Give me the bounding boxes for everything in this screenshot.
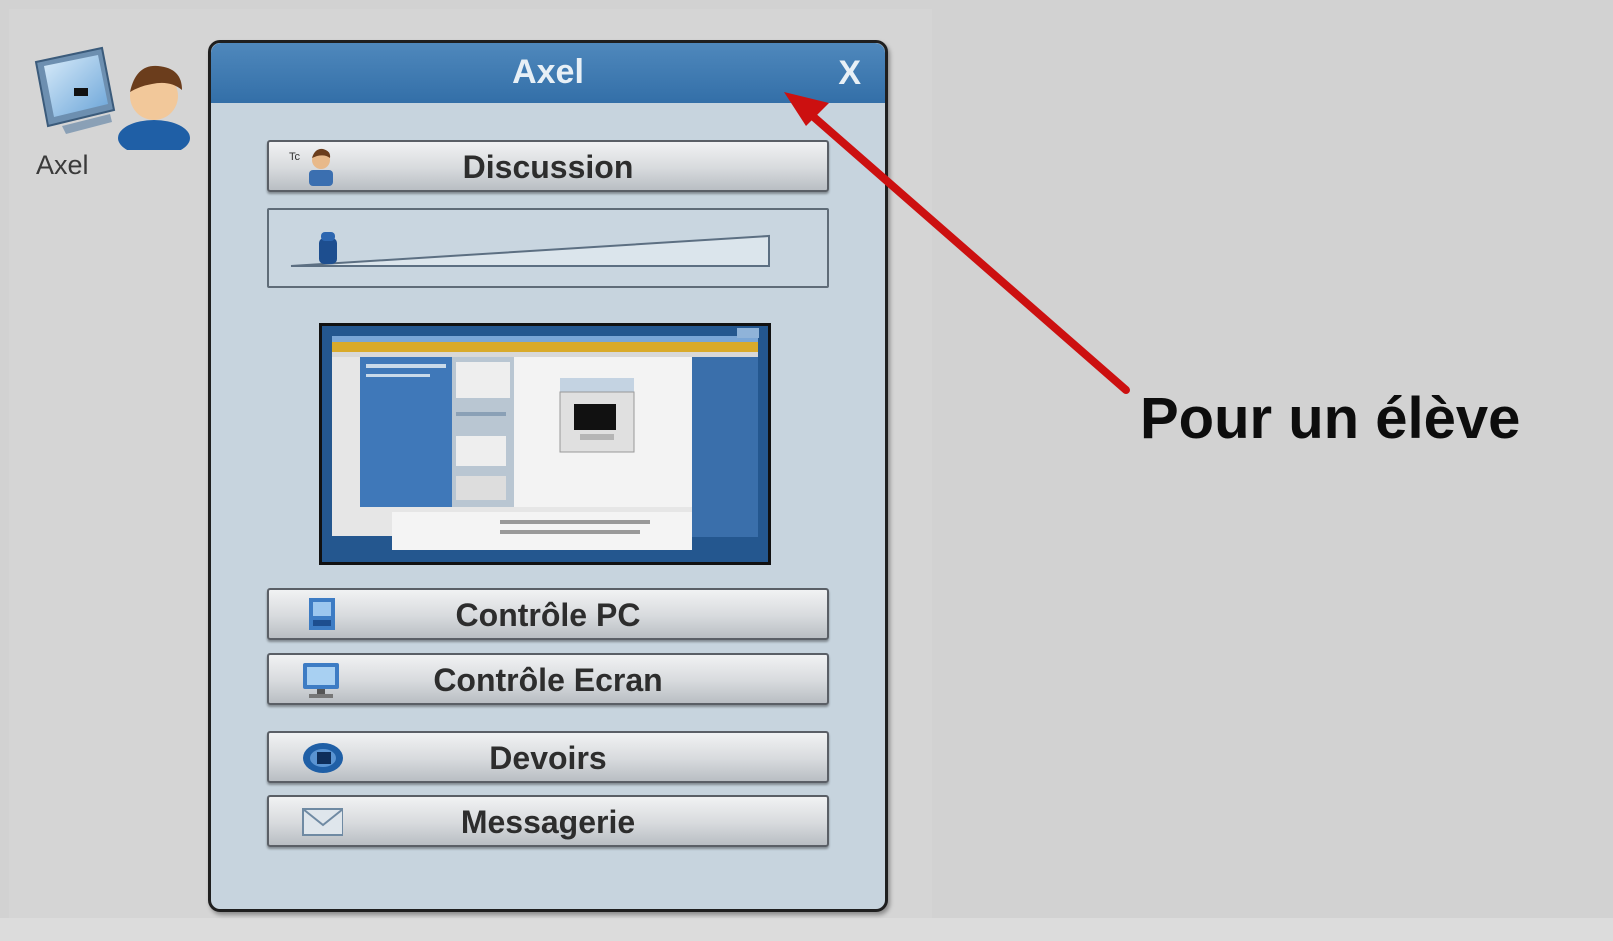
callout-label: Pour un élève [1140, 386, 1521, 451]
screenshot-canvas: Axel Axel X Tc Discussion Contrôle PC Co… [0, 0, 1613, 941]
callout-arrow [784, 92, 1130, 394]
